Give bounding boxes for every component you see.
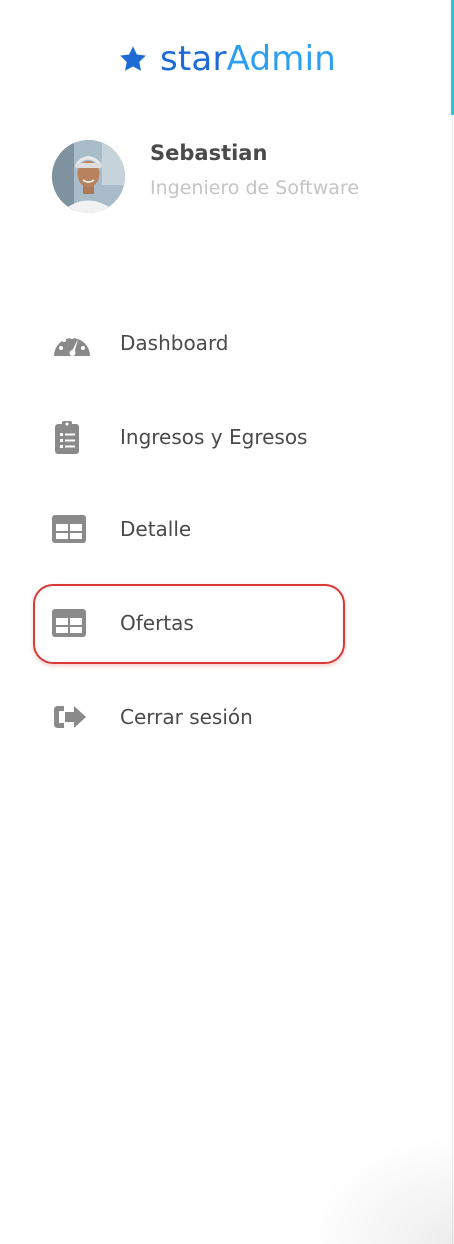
brand-logo[interactable]: starAdmin (0, 38, 454, 80)
nav-item-detalle[interactable]: Detalle (52, 505, 352, 553)
sidebar: starAdmin Sebastian Ingeniero de Softwar… (0, 0, 454, 1244)
nav-label-dashboard: Dashboard (120, 331, 229, 355)
star-icon (118, 44, 148, 74)
nav-label-detalle: Detalle (120, 517, 192, 541)
nav-label-ingresos-egresos: Ingresos y Egresos (120, 425, 308, 449)
nav-label-cerrar-sesion: Cerrar sesión (120, 705, 253, 729)
speedometer-icon (52, 323, 92, 363)
table-icon (52, 509, 92, 549)
sidebar-border (452, 0, 453, 1244)
avatar[interactable] (52, 140, 125, 213)
logout-icon (52, 697, 92, 737)
profile-name: Sebastian (150, 141, 268, 165)
ofertas-highlight-box (33, 584, 345, 664)
clipboard-list-icon (52, 417, 92, 457)
profile-role: Ingeniero de Software (150, 177, 360, 199)
nav-item-ingresos-egresos[interactable]: Ingresos y Egresos (52, 413, 352, 461)
brand-name-part2: Admin (226, 39, 337, 79)
brand-name-part1: star (159, 39, 227, 79)
nav-item-dashboard[interactable]: Dashboard (52, 319, 352, 367)
nav-item-cerrar-sesion[interactable]: Cerrar sesión (52, 693, 352, 741)
brand-name: starAdmin (160, 38, 336, 80)
profile-text: Sebastian Ingeniero de Software (150, 140, 359, 200)
corner-shadow (304, 1134, 454, 1244)
user-profile[interactable]: Sebastian Ingeniero de Software (52, 140, 359, 213)
